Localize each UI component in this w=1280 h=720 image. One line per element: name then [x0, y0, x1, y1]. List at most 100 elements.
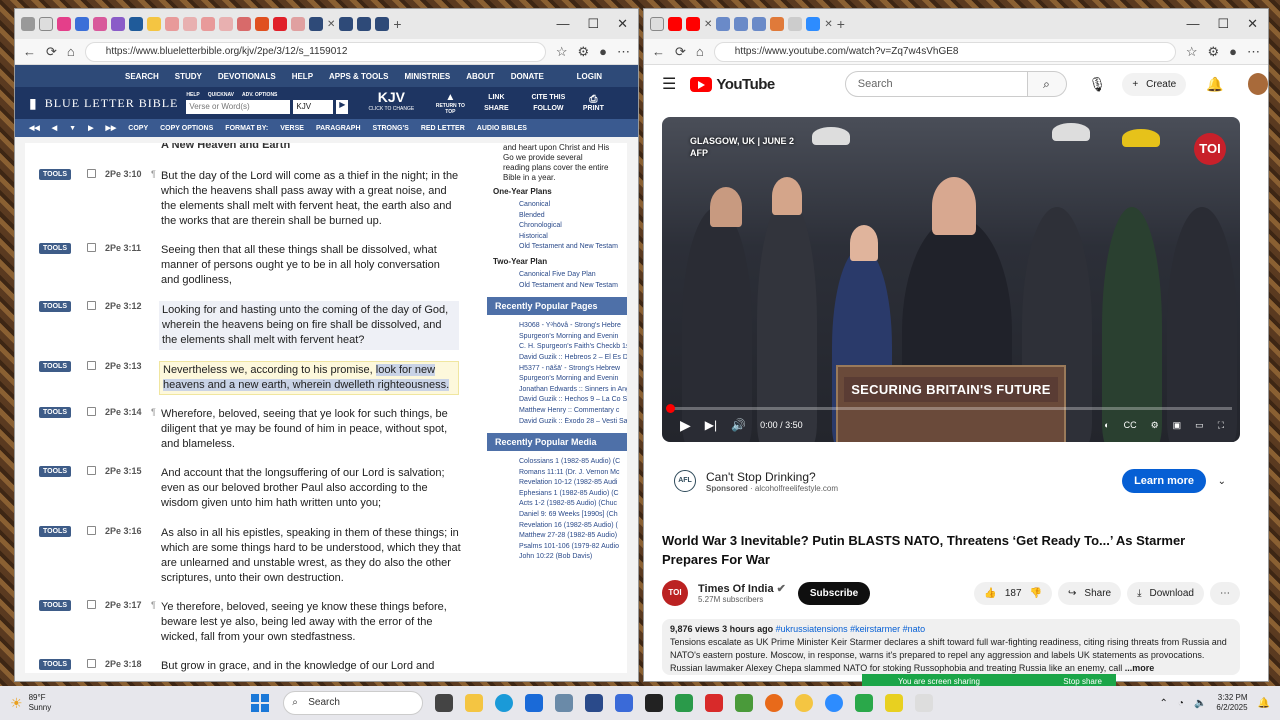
channel-name[interactable]: Times Of India	[698, 583, 774, 595]
tab-favicon[interactable]	[734, 17, 749, 31]
profile-icon[interactable]: ●	[1229, 44, 1237, 59]
tab-favicon[interactable]	[93, 17, 107, 31]
tab-favicon[interactable]	[752, 17, 767, 31]
extensions-icon[interactable]: ⚙	[1207, 44, 1219, 60]
plan-link[interactable]: Old Testament and New Testam	[519, 281, 627, 292]
verse-search-input[interactable]: Verse or Word(s)	[186, 100, 291, 114]
tab-favicon[interactable]	[339, 17, 354, 31]
copy-icon[interactable]	[87, 407, 96, 416]
prev-icon[interactable]: ◀	[52, 124, 57, 132]
red-letter-toggle[interactable]: RED LETTER	[421, 125, 465, 132]
tab-favicon[interactable]	[75, 17, 89, 31]
app-icon[interactable]	[705, 694, 724, 712]
miniplayer-icon[interactable]: ▣	[1173, 420, 1182, 431]
tab-favicon[interactable]	[309, 17, 323, 31]
tools-button[interactable]: TOOLS	[39, 169, 71, 180]
mini-adv-options[interactable]: ADV. OPTIONS	[242, 92, 277, 98]
nav-about[interactable]: ABOUT	[466, 72, 494, 81]
app-icon[interactable]	[885, 694, 904, 712]
return-to-top-button[interactable]: ▲ RETURN TO TOP	[434, 92, 466, 115]
bell-icon[interactable]: 🔔	[1206, 76, 1223, 93]
tab-favicon[interactable]	[237, 17, 251, 31]
home-icon[interactable]: ⌂	[696, 44, 704, 59]
copy-icon[interactable]	[87, 526, 96, 535]
tab-favicon[interactable]	[165, 17, 179, 31]
next-icon[interactable]: ▶	[88, 124, 93, 132]
popular-media-link[interactable]: Revelation 16 (1982-85 Audio) (	[519, 521, 627, 532]
wifi-icon[interactable]: ◔	[1178, 698, 1184, 709]
clock[interactable]: 3:32 PM 6/2/2025	[1216, 693, 1247, 713]
copy-button[interactable]: COPY	[128, 125, 148, 132]
nav-study[interactable]: STUDY	[175, 72, 202, 81]
popular-media-link[interactable]: Psalms 101-106 (1979-82 Audio	[519, 542, 627, 553]
refresh-icon[interactable]: ⟳	[46, 44, 57, 60]
new-tab-icon[interactable]: +	[837, 16, 845, 32]
notepad-icon[interactable]	[915, 694, 934, 712]
close-icon[interactable]: ✕	[824, 19, 832, 30]
new-tab-icon[interactable]: +	[393, 16, 401, 32]
verse-ref[interactable]: 2Pe 3:13	[105, 361, 142, 371]
youtube-logo[interactable]: YouTube	[690, 76, 775, 93]
audio-bibles-button[interactable]: AUDIO BIBLES	[477, 125, 527, 132]
theater-icon[interactable]: ▭	[1195, 420, 1204, 431]
verse-ref[interactable]: 2Pe 3:16	[105, 526, 142, 536]
nav-help[interactable]: HELP	[292, 72, 313, 81]
favorite-icon[interactable]: ☆	[1186, 44, 1198, 60]
avatar[interactable]	[1247, 73, 1268, 95]
plan-link[interactable]: Canonical	[519, 200, 627, 211]
sponsored-ad[interactable]: AFL Can't Stop Drinking? Sponsored · alc…	[662, 461, 1240, 501]
copy-icon[interactable]	[87, 243, 96, 252]
captions-icon[interactable]: CC	[1124, 420, 1137, 430]
tab-favicon[interactable]	[668, 17, 682, 31]
tab-favicon[interactable]	[183, 17, 197, 31]
close-window-icon[interactable]: ✕	[617, 16, 628, 32]
popular-media-link[interactable]: John 10:22 (Bob Davis)	[519, 552, 627, 563]
zoom-icon[interactable]	[825, 694, 844, 712]
capcut-icon[interactable]	[645, 694, 664, 712]
search-input[interactable]: Search	[844, 71, 1028, 97]
copy-icon[interactable]	[87, 600, 96, 609]
refresh-icon[interactable]: ⟳	[675, 44, 686, 60]
tab-actions-icon[interactable]	[21, 17, 35, 31]
cite-button[interactable]: CITE THIS	[526, 94, 570, 101]
video-player[interactable]: GLASGOW, UK | JUNE 2 AFP TOI SECURING BR…	[662, 117, 1240, 442]
tab-favicon[interactable]	[375, 17, 390, 31]
verse-ref[interactable]: 2Pe 3:14	[105, 407, 142, 417]
maximize-icon[interactable]: ☐	[587, 16, 599, 32]
stop-share-button[interactable]: Stop share	[1063, 677, 1102, 686]
tab-favicon[interactable]	[788, 17, 803, 31]
tab-favicon[interactable]	[806, 17, 821, 31]
back-icon[interactable]: ←	[23, 44, 36, 59]
share-button[interactable]: ↪ Share	[1058, 581, 1122, 605]
home-icon[interactable]: ⌂	[67, 44, 75, 59]
kjv-version-button[interactable]: KJV CLICK TO CHANGE	[356, 90, 426, 115]
menu-icon[interactable]: ⋯	[617, 44, 630, 60]
tools-button[interactable]: TOOLS	[39, 361, 71, 372]
tab-favicon[interactable]	[273, 17, 287, 31]
popular-page-link[interactable]: David Guzik :: Éxodo 28 – Vesti Sacerdot…	[519, 417, 627, 428]
tools-button[interactable]: TOOLS	[39, 243, 71, 254]
volume-icon[interactable]: 🔊	[731, 418, 746, 432]
pin-icon[interactable]: ▼	[69, 125, 76, 132]
plan-link[interactable]: Historical	[519, 232, 627, 243]
first-icon[interactable]: ◀◀	[29, 124, 40, 132]
outlook-icon[interactable]	[525, 694, 544, 712]
tools-button[interactable]: TOOLS	[39, 600, 71, 611]
url-field[interactable]: https://www.blueletterbible.org/kjv/2pe/…	[84, 41, 546, 62]
blb-logo[interactable]: BLUE LETTER BIBLE	[45, 96, 179, 111]
tab-favicon[interactable]	[219, 17, 233, 31]
notification-icon[interactable]: 🔔	[1258, 698, 1270, 709]
learn-more-button[interactable]: Learn more	[1122, 469, 1206, 493]
close-icon[interactable]: ✕	[704, 19, 712, 30]
follow-button[interactable]: FOLLOW	[526, 105, 570, 112]
tab-favicon[interactable]	[111, 17, 125, 31]
camera-icon[interactable]	[555, 694, 574, 712]
firefox-icon[interactable]	[765, 694, 784, 712]
popular-page-link[interactable]: Matthew Henry :: Commentary c	[519, 406, 627, 417]
print-button[interactable]: ⎙ PRINT	[578, 94, 608, 112]
plan-link[interactable]: Old Testament and New Testam	[519, 242, 627, 253]
copy-options-button[interactable]: COPY OPTIONS	[160, 125, 213, 132]
popular-media-link[interactable]: Matthew 27-28 (1982-85 Audio)	[519, 531, 627, 542]
tools-button[interactable]: TOOLS	[39, 526, 71, 537]
tab-favicon[interactable]	[255, 17, 269, 31]
